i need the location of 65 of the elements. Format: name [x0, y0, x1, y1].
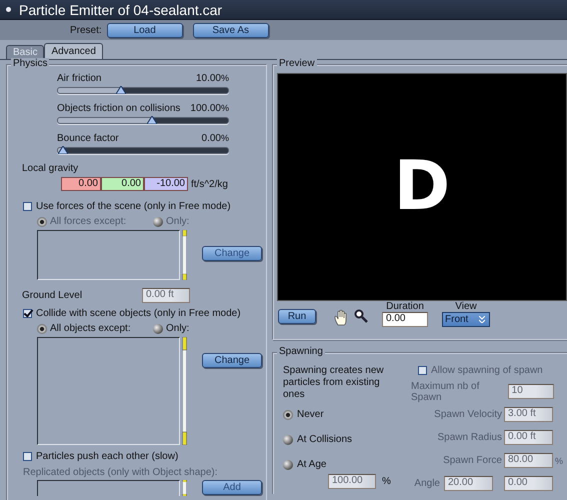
radio-label: All forces except:: [50, 216, 126, 227]
group-title: Spawning: [277, 346, 325, 358]
window-title: Particle Emitter of 04-sealant.car: [19, 2, 222, 18]
preset-button[interactable]: Save As: [192, 22, 269, 38]
slider-track[interactable]: [57, 147, 229, 154]
scroll-bar[interactable]: [182, 337, 187, 445]
replicated-label: Replicated objects (only with Object shape):: [23, 467, 219, 478]
slider-thumb[interactable]: [58, 146, 68, 154]
slider-reading: 10.00%: [196, 73, 229, 84]
gravity-field[interactable]: 0.00: [61, 177, 101, 191]
duration-label: Duration: [385, 301, 425, 312]
checkbox[interactable]: [23, 452, 32, 461]
slider-label: Air friction: [57, 73, 102, 84]
checkbox-label: Collide with scene objects (only in Free mode): [36, 308, 241, 319]
radio-button[interactable]: [153, 324, 163, 334]
radio-label: Only:: [166, 216, 190, 227]
tab[interactable]: Basic: [6, 45, 44, 59]
tab[interactable]: Advanced: [44, 43, 103, 59]
preset-label: Preset:: [70, 24, 102, 36]
checkbox-label: Allow spawning of spawn: [431, 365, 543, 376]
gravity-label: Local gravity: [22, 163, 80, 174]
scroll-bar[interactable]: [182, 230, 187, 280]
ground-level-label: Ground Level: [22, 290, 84, 301]
zoom-icon[interactable]: [354, 309, 368, 323]
radio-label: At Collisions: [297, 434, 352, 445]
field-label: Angle: [414, 478, 440, 489]
unit-label: %: [382, 476, 391, 487]
gravity-field[interactable]: 0.00: [101, 177, 144, 191]
slider-reading: 100.00%: [190, 103, 229, 114]
run-button[interactable]: Run: [278, 309, 316, 324]
checkbox[interactable]: [23, 309, 32, 318]
gravity-field[interactable]: -10.00: [144, 177, 188, 191]
duration-field[interactable]: 0.00: [382, 312, 428, 327]
view-label: View: [454, 301, 478, 312]
window-menu-icon[interactable]: [6, 7, 11, 12]
slider-thumb[interactable]: [146, 116, 156, 124]
field-label: Spawn Force: [443, 455, 502, 466]
field-label: Spawn Velocity: [434, 409, 502, 420]
slider-label: Bounce factor: [57, 133, 119, 144]
slider-thumb[interactable]: [116, 86, 126, 94]
scroll-bar[interactable]: [182, 480, 187, 496]
radio-button[interactable]: [37, 324, 47, 334]
checkbox-label: Use forces of the scene (only in Free mode): [36, 201, 231, 212]
list-box[interactable]: [37, 480, 180, 496]
slider-track[interactable]: [57, 117, 229, 124]
list-box[interactable]: [37, 230, 180, 280]
spawning-description: Spawning creates new particles from existing ones: [283, 365, 385, 401]
unit-label: %: [555, 456, 564, 466]
radio-label: Never: [297, 409, 324, 420]
field-label: Spawn Radius: [438, 432, 502, 443]
radio-label: All objects except:: [50, 323, 131, 334]
change-button[interactable]: Change: [202, 353, 262, 368]
group-title: Physics: [11, 58, 50, 70]
view-dropdown[interactable]: Front: [442, 312, 490, 327]
preset-button[interactable]: Load: [106, 22, 183, 38]
slider-label: Objects friction on collisions: [57, 103, 180, 114]
caret-icon: [479, 316, 485, 323]
unit-label: ft/s^2/kg: [191, 178, 228, 190]
checkbox-label: Particles push each other (slow): [36, 451, 178, 462]
radio-label: Only:: [166, 323, 190, 334]
slider-reading: 0.00%: [202, 133, 229, 144]
preview-letter: D: [394, 153, 450, 221]
radio-label: At Age: [297, 459, 326, 470]
field-label: Maximum nb of Spawn: [411, 380, 480, 402]
slider-track[interactable]: [57, 87, 229, 94]
